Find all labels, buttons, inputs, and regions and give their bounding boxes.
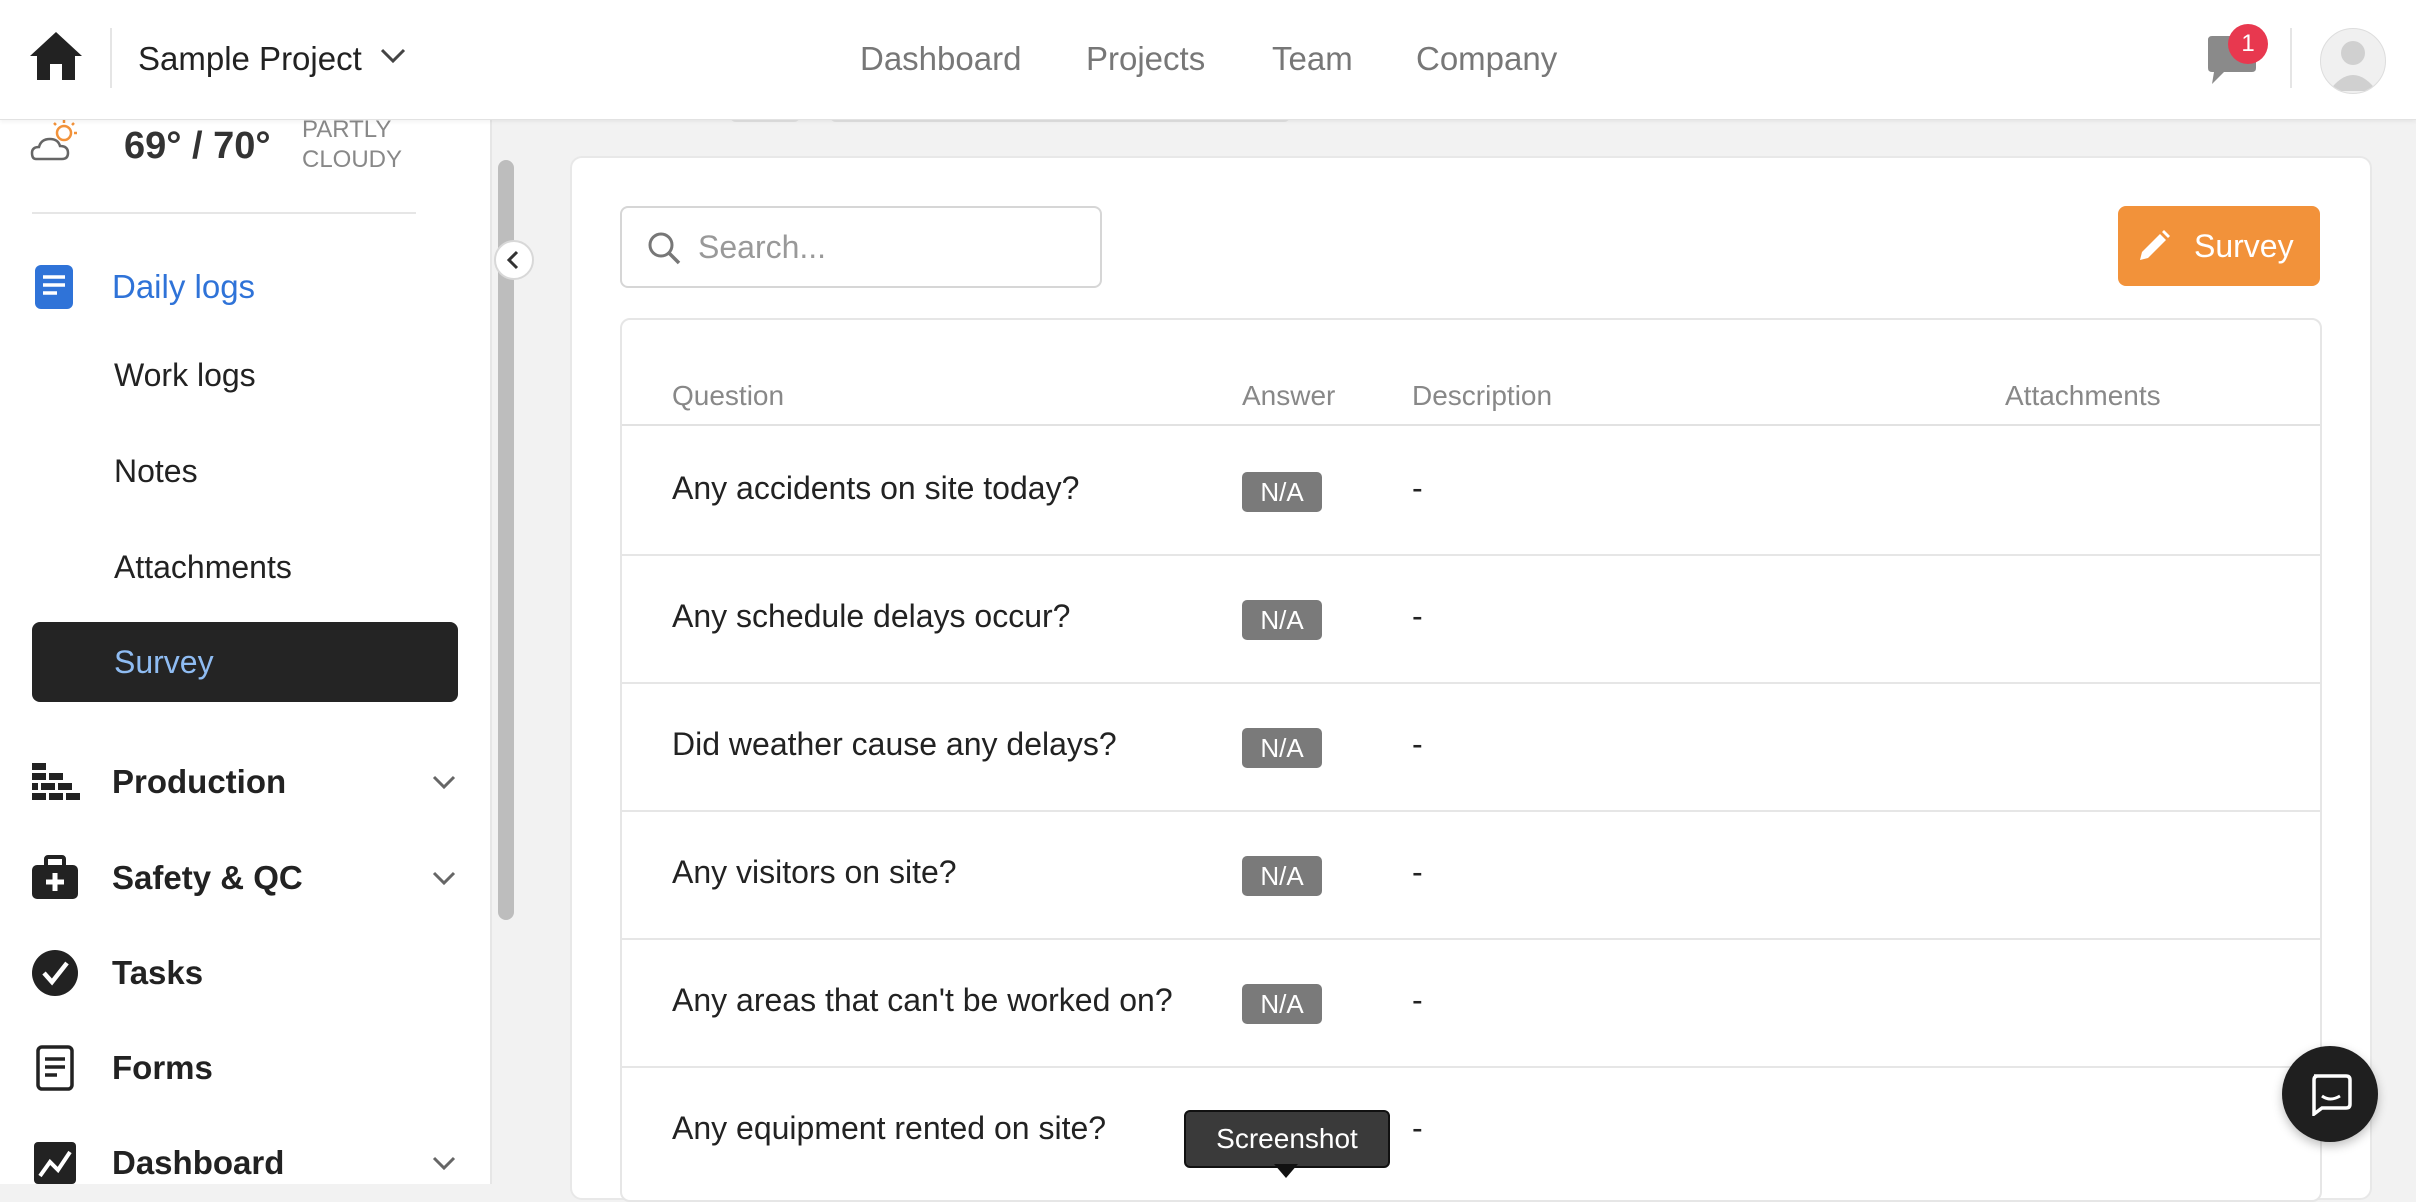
- sidebar-item-label: Dashboard: [112, 1144, 285, 1181]
- nav-team[interactable]: Team: [1272, 40, 1353, 78]
- sidebar-subitem-notes[interactable]: Notes: [32, 431, 458, 511]
- first-aid-kit-icon: [32, 855, 78, 901]
- question-text: Any equipment rented on site?: [672, 1110, 1107, 1146]
- nav-dashboard[interactable]: Dashboard: [860, 40, 1021, 78]
- column-header-description: Description: [1412, 380, 1553, 411]
- description-text: -: [1412, 982, 1423, 1018]
- home-icon[interactable]: [28, 30, 84, 82]
- table-row[interactable]: Any areas that can't be worked on? N/A -: [622, 938, 2320, 1068]
- sidebar-item-production[interactable]: Production: [32, 741, 458, 821]
- sidebar-item-label: Daily logs: [112, 268, 256, 305]
- search-input[interactable]: [696, 222, 1080, 272]
- sidebar-item-label: Attachments: [114, 549, 292, 585]
- chat-icon: [2312, 1074, 2352, 1116]
- question-text: Any accidents on site today?: [672, 470, 1080, 506]
- table-row[interactable]: Did weather cause any delays? N/A -: [622, 682, 2320, 812]
- sidebar-subitem-work-logs[interactable]: Work logs: [32, 335, 458, 415]
- description-text: -: [1412, 598, 1423, 634]
- sidebar: 69° / 70° PARTLY CLOUDY Daily logs Work …: [0, 119, 492, 1184]
- answer-badge: N/A: [1242, 984, 1322, 1024]
- question-text: Did weather cause any delays?: [672, 726, 1117, 762]
- table-row[interactable]: Any schedule delays occur? N/A -: [622, 554, 2320, 684]
- sidebar-item-tasks[interactable]: Tasks: [32, 932, 458, 1012]
- sidebar-item-label: Notes: [114, 453, 198, 489]
- edit-survey-button[interactable]: Survey: [2118, 206, 2320, 286]
- sidebar-item-label: Survey: [114, 644, 214, 680]
- document-icon: [32, 264, 78, 310]
- screenshot-tooltip: Screenshot: [1184, 1110, 1390, 1168]
- search-box[interactable]: [620, 206, 1102, 288]
- nav-projects[interactable]: Projects: [1086, 40, 1205, 78]
- chevron-down-icon[interactable]: [430, 867, 458, 889]
- divider: [32, 212, 416, 214]
- brick-wall-icon: [32, 759, 80, 805]
- divider: [2290, 28, 2292, 88]
- partly-cloudy-icon: [30, 119, 82, 165]
- search-icon: [646, 230, 682, 266]
- sidebar-item-label: Tasks: [112, 954, 204, 991]
- chart-icon: [32, 1140, 78, 1184]
- form-icon: [32, 1045, 78, 1091]
- support-chat-button[interactable]: [2282, 1046, 2378, 1142]
- sidebar-item-daily-logs[interactable]: Daily logs: [32, 246, 458, 326]
- column-header-answer: Answer: [1242, 380, 1336, 411]
- column-header-attachments: Attachments: [2005, 380, 2161, 411]
- top-nav-bar: Sample Project Dashboard Projects Team C…: [0, 0, 2416, 120]
- weather-temperature: 69° / 70°: [124, 125, 271, 167]
- table-row[interactable]: Any accidents on site today? N/A -: [622, 426, 2320, 556]
- sidebar-item-label: Production: [112, 763, 287, 800]
- sidebar-subitem-survey[interactable]: Survey: [32, 622, 458, 702]
- pencil-icon: [2136, 228, 2172, 264]
- tooltip-arrow: [1274, 1164, 1298, 1178]
- description-text: -: [1412, 726, 1423, 762]
- collapse-sidebar-button[interactable]: [494, 240, 534, 280]
- chevron-down-icon[interactable]: [430, 771, 458, 793]
- weather-condition: PARTLY CLOUDY: [302, 119, 403, 173]
- check-circle-icon: [32, 950, 78, 996]
- question-text: Any visitors on site?: [672, 854, 957, 890]
- question-text: Any schedule delays occur?: [672, 598, 1071, 634]
- sidebar-item-forms[interactable]: Forms: [32, 1027, 458, 1107]
- project-selector[interactable]: Sample Project: [138, 40, 362, 78]
- chevron-down-icon[interactable]: [378, 44, 408, 68]
- nav-company[interactable]: Company: [1416, 40, 1557, 78]
- divider: [110, 28, 112, 88]
- column-header-question: Question: [672, 380, 785, 411]
- question-text: Any areas that can't be worked on?: [672, 982, 1173, 1018]
- description-text: -: [1412, 1110, 1423, 1146]
- answer-badge: N/A: [1242, 856, 1322, 896]
- description-text: -: [1412, 470, 1423, 506]
- avatar[interactable]: [2320, 28, 2386, 94]
- survey-button-label: Survey: [2194, 228, 2294, 264]
- table-row[interactable]: Any visitors on site? N/A -: [622, 810, 2320, 940]
- survey-table: Question Answer Description Attachments …: [620, 318, 2322, 1202]
- description-text: -: [1412, 854, 1423, 890]
- answer-badge: N/A: [1242, 600, 1322, 640]
- answer-badge: N/A: [1242, 728, 1322, 768]
- sidebar-item-label: Forms: [112, 1049, 213, 1086]
- sidebar-item-label: Safety & QC: [112, 859, 303, 896]
- notification-badge: 1: [2228, 24, 2268, 64]
- sidebar-item-label: Work logs: [114, 357, 256, 393]
- answer-badge: N/A: [1242, 472, 1322, 512]
- chevron-down-icon[interactable]: [430, 1152, 458, 1174]
- sidebar-item-dashboard[interactable]: Dashboard: [32, 1122, 458, 1184]
- sidebar-subitem-attachments[interactable]: Attachments: [32, 527, 458, 607]
- table-row[interactable]: Any equipment rented on site? -: [622, 1066, 2320, 1194]
- sidebar-item-safety-qc[interactable]: Safety & QC: [32, 837, 458, 917]
